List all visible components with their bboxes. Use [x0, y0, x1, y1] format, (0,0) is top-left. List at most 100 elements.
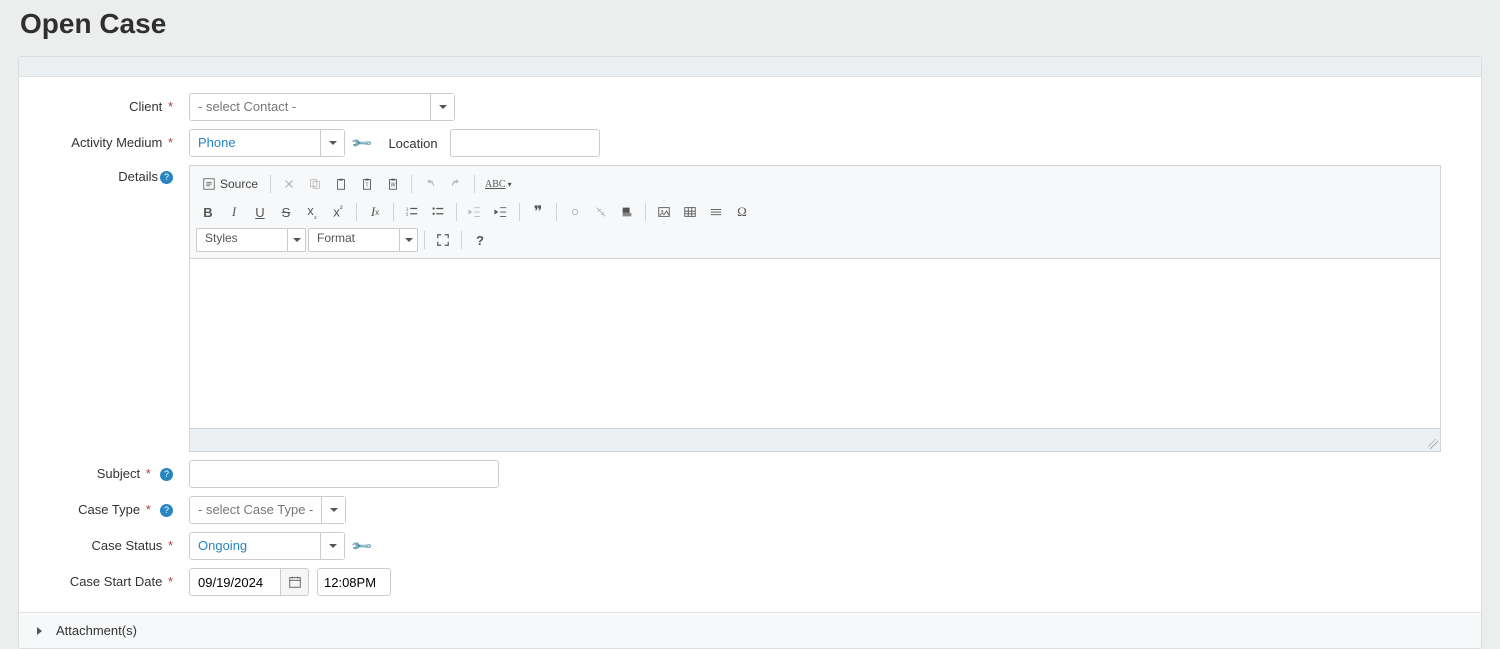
label-activity-medium: Activity Medium * — [19, 129, 179, 150]
hr-button[interactable] — [704, 200, 728, 224]
label-case-type: Case Type * ? — [19, 496, 179, 517]
spellcheck-button[interactable]: ABC ▾ — [481, 172, 516, 196]
bold-icon: B — [203, 205, 212, 220]
source-button-label: Source — [220, 177, 258, 191]
wrench-icon[interactable]: 🔧 — [350, 534, 374, 558]
redo-icon — [449, 177, 463, 191]
bullet-list-button[interactable] — [426, 200, 450, 224]
format-select-caret[interactable] — [399, 229, 417, 251]
table-icon — [683, 205, 697, 219]
format-select[interactable]: Format — [308, 228, 418, 252]
label-client: Client * — [19, 93, 179, 114]
image-button[interactable] — [652, 200, 676, 224]
label-case-status-text: Case Status — [91, 538, 162, 553]
toolbar-separator — [424, 231, 425, 249]
special-char-button[interactable]: Ω — [730, 200, 754, 224]
page-title: Open Case — [0, 0, 1500, 56]
numbered-list-icon: 12 — [405, 205, 419, 219]
toolbar-row-3: Styles Format ? — [196, 226, 1434, 254]
start-date-input[interactable] — [190, 569, 280, 595]
subject-input[interactable] — [189, 460, 499, 488]
toolbar-row-1: Source T — [196, 170, 1434, 198]
required-mark: * — [168, 99, 173, 114]
activity-medium-caret[interactable] — [320, 130, 344, 156]
row-case-type: Case Type * ? - select Case Type - — [19, 492, 1481, 528]
paste-word-button[interactable]: W — [381, 172, 405, 196]
attachments-label: Attachment(s) — [56, 623, 137, 638]
case-type-select[interactable]: - select Case Type - — [189, 496, 346, 524]
indent-icon — [494, 205, 508, 219]
question-icon: ? — [476, 233, 484, 248]
italic-button[interactable]: I — [222, 200, 246, 224]
case-type-select-caret[interactable] — [321, 497, 345, 523]
chevron-down-icon — [330, 508, 338, 512]
cut-button — [277, 172, 301, 196]
remove-format-button[interactable]: Ix — [363, 200, 387, 224]
subscript-button[interactable]: x₂ — [300, 200, 324, 224]
client-select-caret[interactable] — [430, 94, 454, 120]
maximize-button[interactable] — [431, 228, 455, 252]
help-icon[interactable]: ? — [160, 468, 173, 481]
activity-medium-select[interactable]: Phone — [189, 129, 345, 157]
chevron-down-icon — [329, 544, 337, 548]
location-input[interactable] — [450, 129, 600, 157]
styles-select-caret[interactable] — [287, 229, 305, 251]
unlink-button — [589, 200, 613, 224]
strike-button[interactable]: S — [274, 200, 298, 224]
attachments-accordion[interactable]: Attachment(s) — [19, 612, 1481, 648]
case-status-value: Ongoing — [190, 533, 320, 559]
case-status-select-caret[interactable] — [320, 533, 344, 559]
start-date-group — [189, 568, 309, 596]
help-icon[interactable]: ? — [160, 504, 173, 517]
about-button[interactable]: ? — [468, 228, 492, 252]
paste-button[interactable] — [329, 172, 353, 196]
bold-button[interactable]: B — [196, 200, 220, 224]
resize-grip[interactable] — [1428, 439, 1438, 449]
editor-canvas[interactable] — [190, 259, 1440, 429]
toolbar-row-2: B I U S x₂ x² Ix 12 — [196, 198, 1434, 226]
bullet-list-icon — [431, 205, 445, 219]
paste-text-button[interactable]: T — [355, 172, 379, 196]
copy-icon — [308, 177, 322, 191]
label-activity-medium-text: Activity Medium — [71, 135, 162, 150]
blockquote-button[interactable]: ❞ — [526, 200, 550, 224]
row-client: Client * - select Contact - — [19, 89, 1481, 125]
omega-icon: Ω — [737, 204, 747, 220]
required-mark: * — [168, 574, 173, 589]
chevron-down-icon — [293, 238, 301, 242]
outdent-button — [463, 200, 487, 224]
chevron-down-icon — [439, 105, 447, 109]
chevron-down-icon — [405, 238, 413, 242]
styles-select[interactable]: Styles — [196, 228, 306, 252]
indent-button[interactable] — [489, 200, 513, 224]
client-select[interactable]: - select Contact - — [189, 93, 455, 121]
italic-icon: I — [232, 204, 236, 220]
paste-icon — [334, 177, 348, 191]
image-icon — [657, 205, 671, 219]
editor-toolbar: Source T — [190, 166, 1440, 259]
form-body: Client * - select Contact - Activity Med… — [19, 77, 1481, 612]
help-icon[interactable]: ? — [160, 171, 173, 184]
date-picker-button[interactable] — [280, 569, 308, 595]
numbered-list-button[interactable]: 12 — [400, 200, 424, 224]
underline-button[interactable]: U — [248, 200, 272, 224]
wrench-icon[interactable]: 🔧 — [350, 131, 374, 155]
label-case-type-text: Case Type — [78, 502, 140, 517]
hr-icon — [709, 205, 723, 219]
toolbar-separator — [556, 203, 557, 221]
label-details-text: Details — [118, 169, 158, 184]
table-button[interactable] — [678, 200, 702, 224]
copy-button — [303, 172, 327, 196]
case-status-select[interactable]: Ongoing — [189, 532, 345, 560]
superscript-button[interactable]: x² — [326, 200, 350, 224]
toolbar-separator — [474, 175, 475, 193]
toolbar-separator — [519, 203, 520, 221]
anchor-button[interactable] — [615, 200, 639, 224]
start-time-input[interactable] — [317, 568, 391, 596]
row-details: Details? Source — [19, 161, 1481, 456]
svg-text:1: 1 — [406, 206, 409, 211]
row-case-start-date: Case Start Date * — [19, 564, 1481, 600]
row-activity-medium: Activity Medium * Phone 🔧 Location — [19, 125, 1481, 161]
label-case-status: Case Status * — [19, 532, 179, 553]
source-button[interactable]: Source — [196, 172, 264, 196]
